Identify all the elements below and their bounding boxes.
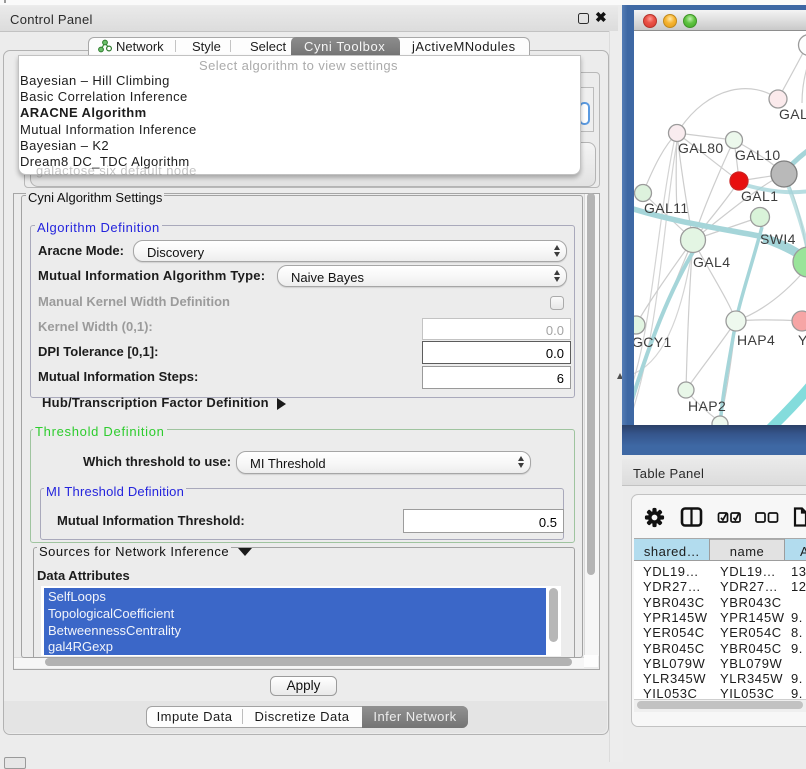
svg-text:GAL11: GAL11 xyxy=(644,200,689,216)
svg-text:HAP4: HAP4 xyxy=(737,332,775,348)
svg-text:GAL10: GAL10 xyxy=(735,147,781,163)
svg-text:GAL4: GAL4 xyxy=(693,254,730,270)
svg-text:GAL80: GAL80 xyxy=(678,140,724,156)
svg-text:GCY1: GCY1 xyxy=(634,334,672,350)
svg-text:SWI4: SWI4 xyxy=(760,231,796,247)
svg-text:GAL1: GAL1 xyxy=(741,188,778,204)
svg-text:HAP2: HAP2 xyxy=(688,398,726,414)
svg-text:GAL2: GAL2 xyxy=(779,106,806,122)
svg-text:YD: YD xyxy=(798,332,806,348)
